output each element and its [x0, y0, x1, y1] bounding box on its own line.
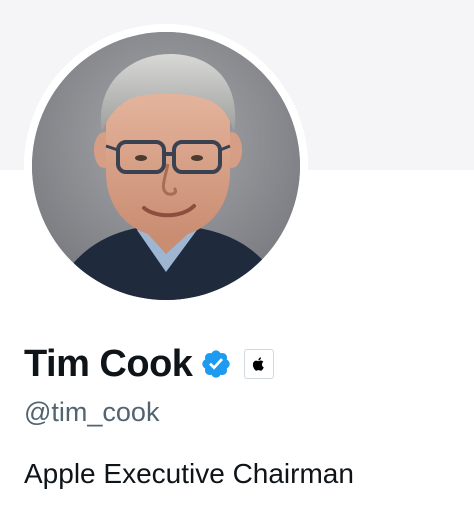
verified-badge-icon[interactable]	[200, 348, 232, 380]
affiliate-badge[interactable]	[244, 349, 275, 379]
profile-name-row: Tim Cook	[24, 340, 275, 388]
avatar[interactable]	[32, 32, 300, 300]
display-name: Tim Cook	[24, 343, 193, 385]
apple-logo-icon	[253, 357, 265, 371]
avatar-portrait-image	[32, 32, 300, 300]
profile-handle: @tim_cook	[24, 397, 160, 427]
profile-bio: Apple Executive Chairman	[24, 458, 354, 489]
